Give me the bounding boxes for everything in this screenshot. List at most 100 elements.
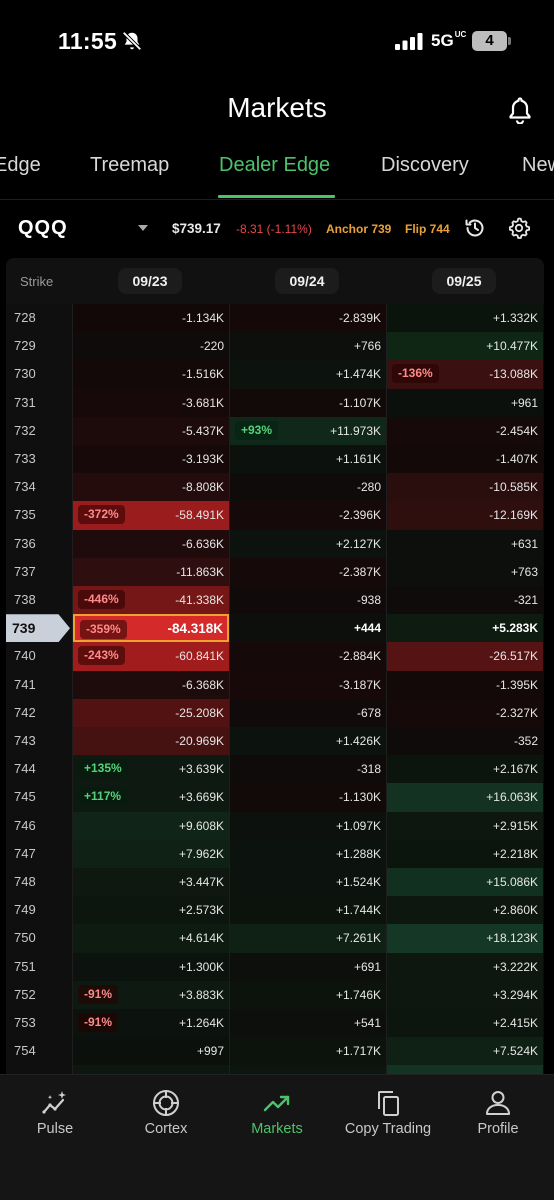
expiry-date-2[interactable]: 09/25	[432, 268, 496, 294]
exposure-cell[interactable]: +1.097K	[230, 811, 386, 840]
exposure-cell[interactable]: +17.317K	[387, 1065, 543, 1074]
exposure-cell[interactable]: -1.516K	[73, 360, 229, 389]
exposure-cell[interactable]: +4.614K	[73, 924, 229, 953]
exposure-cell[interactable]: -2.387K	[230, 557, 386, 586]
exposure-cell[interactable]: -136% -13.088K	[387, 360, 543, 389]
exposure-cell[interactable]: -1.395K	[387, 670, 543, 699]
history-icon[interactable]	[463, 216, 487, 240]
exposure-cell[interactable]: -3.193K	[73, 445, 229, 474]
exposure-cell[interactable]: -25.208K	[73, 698, 229, 727]
exposure-cell[interactable]: +93% +11.973K	[230, 416, 386, 445]
exposure-cell[interactable]: +7.962K	[73, 839, 229, 868]
exposure-cell[interactable]: -2.839K	[230, 304, 386, 333]
exposure-cell[interactable]: +1.161K	[230, 445, 386, 474]
exposure-cell[interactable]: +763	[387, 557, 543, 586]
exposure-cell[interactable]: +2.860K	[387, 896, 543, 925]
exposure-cell[interactable]: -1.130K	[230, 783, 386, 812]
nav-markets[interactable]: Markets	[222, 1075, 332, 1155]
exposure-cell[interactable]: +1.300K	[73, 952, 229, 981]
exposure-cell[interactable]: -3.681K	[73, 388, 229, 417]
exposure-cell[interactable]: +2.573K	[73, 896, 229, 925]
exposure-cell[interactable]: +18.123K	[387, 924, 543, 953]
exposure-cell[interactable]: -11.863K	[73, 557, 229, 586]
dealer-edge-grid[interactable]: 728 -1.134K -2.839K +1.332K 729 -220 +766 +10.4…	[6, 258, 544, 1074]
tab-treemap[interactable]: Treemap	[90, 154, 169, 177]
exposure-cell[interactable]: -2.327K	[387, 698, 543, 727]
exposure-cell[interactable]: +766	[230, 332, 386, 361]
nav-pulse[interactable]: Pulse	[0, 1075, 110, 1155]
exposure-cell[interactable]: +2.415K	[387, 1009, 543, 1038]
exposure-cell[interactable]: +2.167K	[387, 755, 543, 784]
exposure-cell[interactable]: -6.368K	[73, 670, 229, 699]
tab-new[interactable]: New	[522, 154, 554, 177]
symbol-selector[interactable]: QQQ	[18, 217, 68, 240]
exposure-cell[interactable]: +3.265K	[73, 1065, 229, 1074]
exposure-cell[interactable]: +1.332K	[387, 304, 543, 333]
exposure-cell[interactable]: +541	[230, 1009, 386, 1038]
exposure-cell[interactable]: -6.636K	[73, 529, 229, 558]
exposure-cell[interactable]: +1.426K	[230, 727, 386, 756]
exposure-cell[interactable]: +1.288K	[230, 839, 386, 868]
exposure-cell[interactable]: +16.063K	[387, 783, 543, 812]
exposure-cell[interactable]: -5.437K	[73, 416, 229, 445]
exposure-cell[interactable]: -318	[230, 755, 386, 784]
exposure-cell[interactable]: -2.396K	[230, 501, 386, 530]
exposure-cell[interactable]: -1.407K	[387, 445, 543, 474]
bell-icon[interactable]	[508, 96, 532, 124]
exposure-cell[interactable]: +2.915K	[387, 811, 543, 840]
exposure-cell[interactable]: +3.294K	[387, 980, 543, 1009]
exposure-cell[interactable]: +691	[230, 952, 386, 981]
exposure-cell[interactable]: +444	[230, 614, 386, 643]
exposure-cell[interactable]: +9.608K	[73, 811, 229, 840]
exposure-cell[interactable]: +7.261K	[230, 924, 386, 953]
exposure-cell[interactable]: -243% -60.841K	[73, 642, 229, 671]
exposure-cell[interactable]: +7.524K	[387, 1037, 543, 1066]
exposure-cell[interactable]: -938	[230, 586, 386, 615]
exposure-cell[interactable]: -359% -84.318K	[73, 614, 229, 643]
exposure-cell[interactable]: -280	[230, 473, 386, 502]
exposure-cell[interactable]: -2.454K	[387, 416, 543, 445]
exposure-cell[interactable]: +10.477K	[387, 332, 543, 361]
exposure-cell[interactable]: +2.558K	[230, 1065, 386, 1074]
expiry-date-1[interactable]: 09/24	[275, 268, 339, 294]
exposure-cell[interactable]: -321	[387, 586, 543, 615]
exposure-cell[interactable]: -678	[230, 698, 386, 727]
chevron-down-icon[interactable]	[138, 225, 148, 231]
exposure-cell[interactable]: +2.218K	[387, 839, 543, 868]
exposure-cell[interactable]: +2.127K	[230, 529, 386, 558]
exposure-cell[interactable]: -3.187K	[230, 670, 386, 699]
exposure-cell[interactable]: +1.474K	[230, 360, 386, 389]
exposure-cell[interactable]: +1.746K	[230, 980, 386, 1009]
exposure-cell[interactable]: -1.107K	[230, 388, 386, 417]
tab-dealer-edge[interactable]: Dealer Edge	[219, 154, 330, 177]
exposure-cell[interactable]: +135% +3.639K	[73, 755, 229, 784]
exposure-cell[interactable]: -10.585K	[387, 473, 543, 502]
exposure-cell[interactable]: -220	[73, 332, 229, 361]
nav-copy-trading[interactable]: Copy Trading	[333, 1075, 443, 1155]
exposure-cell[interactable]: +3.447K	[73, 868, 229, 897]
exposure-cell[interactable]: -2.884K	[230, 642, 386, 671]
exposure-cell[interactable]: +3.222K	[387, 952, 543, 981]
exposure-cell[interactable]: -20.969K	[73, 727, 229, 756]
exposure-cell[interactable]: +1.717K	[230, 1037, 386, 1066]
exposure-cell[interactable]: -372% -58.491K	[73, 501, 229, 530]
exposure-cell[interactable]: -26.517K	[387, 642, 543, 671]
exposure-cell[interactable]: -12.169K	[387, 501, 543, 530]
expiry-date-0[interactable]: 09/23	[118, 268, 182, 294]
exposure-cell[interactable]: -91% +3.883K	[73, 980, 229, 1009]
exposure-cell[interactable]: -352	[387, 727, 543, 756]
exposure-cell[interactable]: -446% -41.338K	[73, 586, 229, 615]
tab-discovery[interactable]: Discovery	[381, 154, 469, 177]
exposure-cell[interactable]: -8.808K	[73, 473, 229, 502]
gear-icon[interactable]	[507, 216, 531, 240]
exposure-cell[interactable]: -1.134K	[73, 304, 229, 333]
exposure-cell[interactable]: +997	[73, 1037, 229, 1066]
tab-edge[interactable]: Edge	[0, 154, 41, 177]
exposure-cell[interactable]: +1.744K	[230, 896, 386, 925]
exposure-cell[interactable]: +5.283K	[387, 614, 543, 643]
exposure-cell[interactable]: +961	[387, 388, 543, 417]
exposure-cell[interactable]: +117% +3.669K	[73, 783, 229, 812]
nav-profile[interactable]: Profile	[443, 1075, 553, 1155]
exposure-cell[interactable]: -91% +1.264K	[73, 1009, 229, 1038]
exposure-cell[interactable]: +15.086K	[387, 868, 543, 897]
